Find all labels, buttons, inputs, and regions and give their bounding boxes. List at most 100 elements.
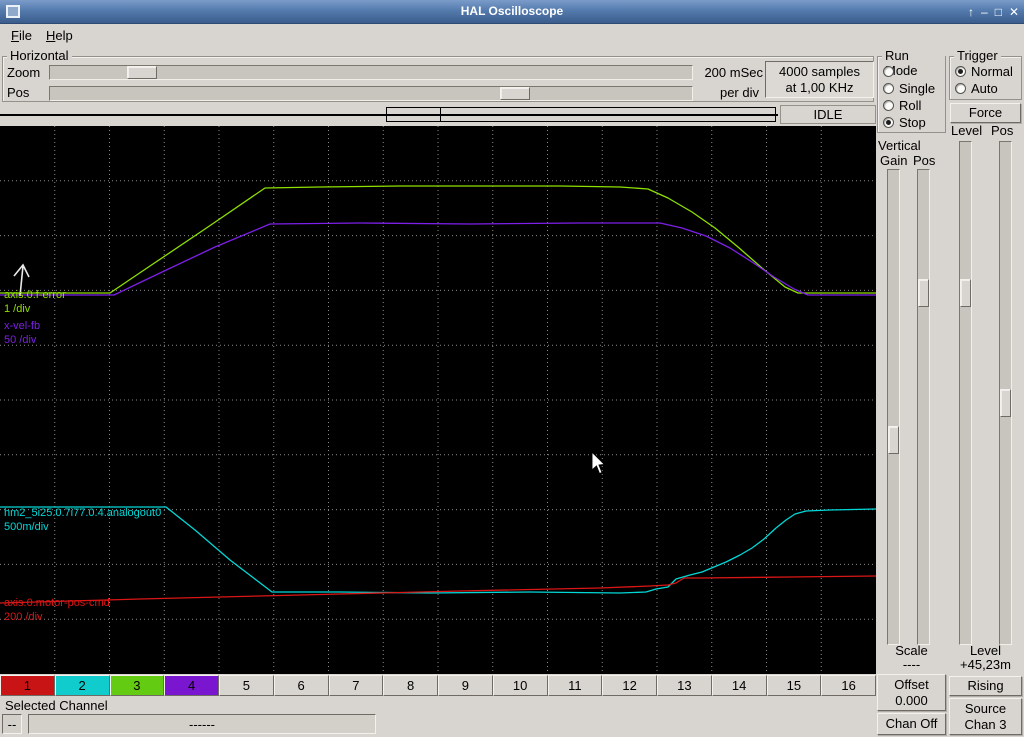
vertical-pos-slider[interactable]: [917, 169, 930, 645]
gain-slider-handle[interactable]: [888, 426, 899, 454]
menubar: File Help: [0, 25, 1024, 46]
trigger-option-label: Auto: [971, 81, 998, 96]
channel-row: 1 2 3 4 5 6 7 8 9 10 11 12 13 14 15 16: [0, 675, 876, 696]
offset-button-value: 0.000: [895, 692, 928, 708]
channel-button-12[interactable]: 12: [602, 675, 657, 696]
run-mode-option-label: Single: [899, 81, 936, 96]
trigger-source-button[interactable]: Source Chan 3: [949, 698, 1022, 735]
scope-svg: [0, 126, 877, 674]
record-progress: [0, 106, 778, 124]
force-button-label: Force: [968, 105, 1003, 120]
menu-file[interactable]: File: [4, 26, 39, 45]
trigger-frame-label: Trigger: [954, 48, 1001, 63]
sample-rate-box: 4000 samples at 1,00 KHz: [765, 61, 874, 98]
zoom-label: Zoom: [7, 65, 41, 80]
channel-button-2[interactable]: 2: [54, 675, 110, 696]
selected-channel-number-text: --: [7, 716, 17, 732]
force-button[interactable]: Force: [950, 103, 1021, 123]
record-view-window[interactable]: [386, 107, 776, 122]
pos-label: Pos: [7, 85, 30, 100]
pos-slider[interactable]: [49, 86, 693, 101]
radio-icon: [955, 83, 966, 94]
window-buttons: ↑ – □ ✕: [968, 0, 1019, 24]
rising-button[interactable]: Rising: [949, 676, 1022, 696]
shade-button[interactable]: ↑: [968, 6, 974, 18]
run-mode-option-label: Roll: [899, 98, 922, 113]
selected-channel-name: ------: [28, 714, 376, 734]
trigger-level-slider-handle[interactable]: [960, 279, 971, 307]
trigger-source-line1: Source: [964, 700, 1007, 716]
scale-caption: Scale: [895, 643, 928, 658]
vertical-pos-label: Pos: [913, 153, 936, 168]
time-per-div-line2: per div: [719, 85, 759, 100]
channel-button-5[interactable]: 5: [219, 675, 274, 696]
trigger-option-label: Normal: [971, 64, 1013, 79]
horizontal-frame: Horizontal Zoom Pos 200 mSec per div 400…: [2, 48, 874, 102]
channel-button-7[interactable]: 7: [328, 675, 384, 696]
trigger-level-label: Level: [951, 123, 983, 138]
channel-button-9[interactable]: 9: [438, 675, 493, 696]
run-mode-option-label: Stop: [899, 115, 926, 130]
maximize-button[interactable]: □: [995, 6, 1002, 18]
channel-button-13[interactable]: 13: [657, 675, 712, 696]
menu-help[interactable]: Help: [39, 26, 80, 45]
channel-button-16[interactable]: 16: [821, 675, 876, 696]
channel-button-15[interactable]: 15: [766, 675, 822, 696]
trigger-options: Normal Auto: [950, 57, 1021, 97]
channel-button-11[interactable]: 11: [547, 675, 603, 696]
minimize-button[interactable]: –: [981, 6, 988, 18]
window-title: HAL Oscilloscope: [460, 4, 564, 18]
selected-channel-label: Selected Channel: [5, 698, 108, 713]
chan-off-button-label: Chan Off: [885, 716, 938, 731]
titlebar[interactable]: HAL Oscilloscope ↑ – □ ✕: [0, 0, 1024, 24]
channel-button-4[interactable]: 4: [164, 675, 219, 696]
pos-slider-handle[interactable]: [500, 87, 530, 100]
scale-value: ----: [902, 657, 921, 672]
sample-rate: at 1,00 KHz: [785, 79, 854, 95]
offset-button[interactable]: Offset 0.000: [877, 674, 946, 711]
trigger-level-caption: Level: [969, 643, 1002, 658]
capture-status: IDLE: [780, 105, 876, 124]
scope-display[interactable]: axis.0.f-error 1 /div x-vel-fb 50 /div hm2_5…: [0, 126, 877, 674]
radio-icon: [883, 66, 894, 77]
run-mode-option-single[interactable]: Single: [878, 80, 945, 97]
run-mode-frame: Run Mode NormalSingleRollStop: [877, 48, 946, 133]
zoom-slider[interactable]: [49, 65, 693, 80]
radio-icon: [883, 100, 894, 111]
vertical-pos-slider-handle[interactable]: [918, 279, 929, 307]
trigger-option-auto[interactable]: Auto: [950, 80, 1021, 97]
channel-button-1[interactable]: 1: [0, 675, 55, 696]
trigger-option-normal[interactable]: Normal: [950, 63, 1021, 80]
close-button[interactable]: ✕: [1009, 6, 1019, 18]
trigger-frame: Trigger Normal Auto: [949, 48, 1022, 100]
offset-button-label: Offset: [894, 676, 929, 692]
trigger-position-tick: [440, 107, 441, 122]
sample-count: 4000 samples: [779, 63, 860, 79]
channel-button-8[interactable]: 8: [383, 675, 438, 696]
run-mode-option-roll[interactable]: Roll: [878, 97, 945, 114]
trigger-level-value: +45,23m: [960, 657, 1011, 672]
channel-button-3[interactable]: 3: [109, 675, 165, 696]
trigger-level-slider[interactable]: [959, 141, 972, 645]
radio-icon: [955, 66, 966, 77]
trigger-pos-label: Pos: [991, 123, 1014, 138]
trigger-pos-slider[interactable]: [999, 141, 1012, 645]
gain-slider[interactable]: [887, 169, 900, 645]
horizontal-frame-label: Horizontal: [7, 48, 72, 63]
channel-button-10[interactable]: 10: [492, 675, 548, 696]
vertical-gain-label: Gain: [880, 153, 908, 168]
radio-icon: [883, 83, 894, 94]
hal-oscilloscope-window: HAL Oscilloscope ↑ – □ ✕ File Help Horizont…: [0, 0, 1024, 737]
run-mode-option-stop[interactable]: Stop: [878, 114, 945, 131]
zoom-slider-handle[interactable]: [127, 66, 157, 79]
channel-button-6[interactable]: 6: [273, 675, 329, 696]
radio-icon: [883, 117, 894, 128]
chan-off-button[interactable]: Chan Off: [877, 713, 946, 735]
selected-channel-number: --: [2, 714, 22, 734]
channel-button-14[interactable]: 14: [711, 675, 767, 696]
vertical-section-label: Vertical: [878, 138, 921, 153]
capture-status-text: IDLE: [813, 107, 843, 122]
rising-button-label: Rising: [967, 678, 1004, 693]
trigger-pos-slider-handle[interactable]: [1000, 389, 1011, 417]
time-per-div-line1: 200 mSec: [704, 65, 763, 80]
